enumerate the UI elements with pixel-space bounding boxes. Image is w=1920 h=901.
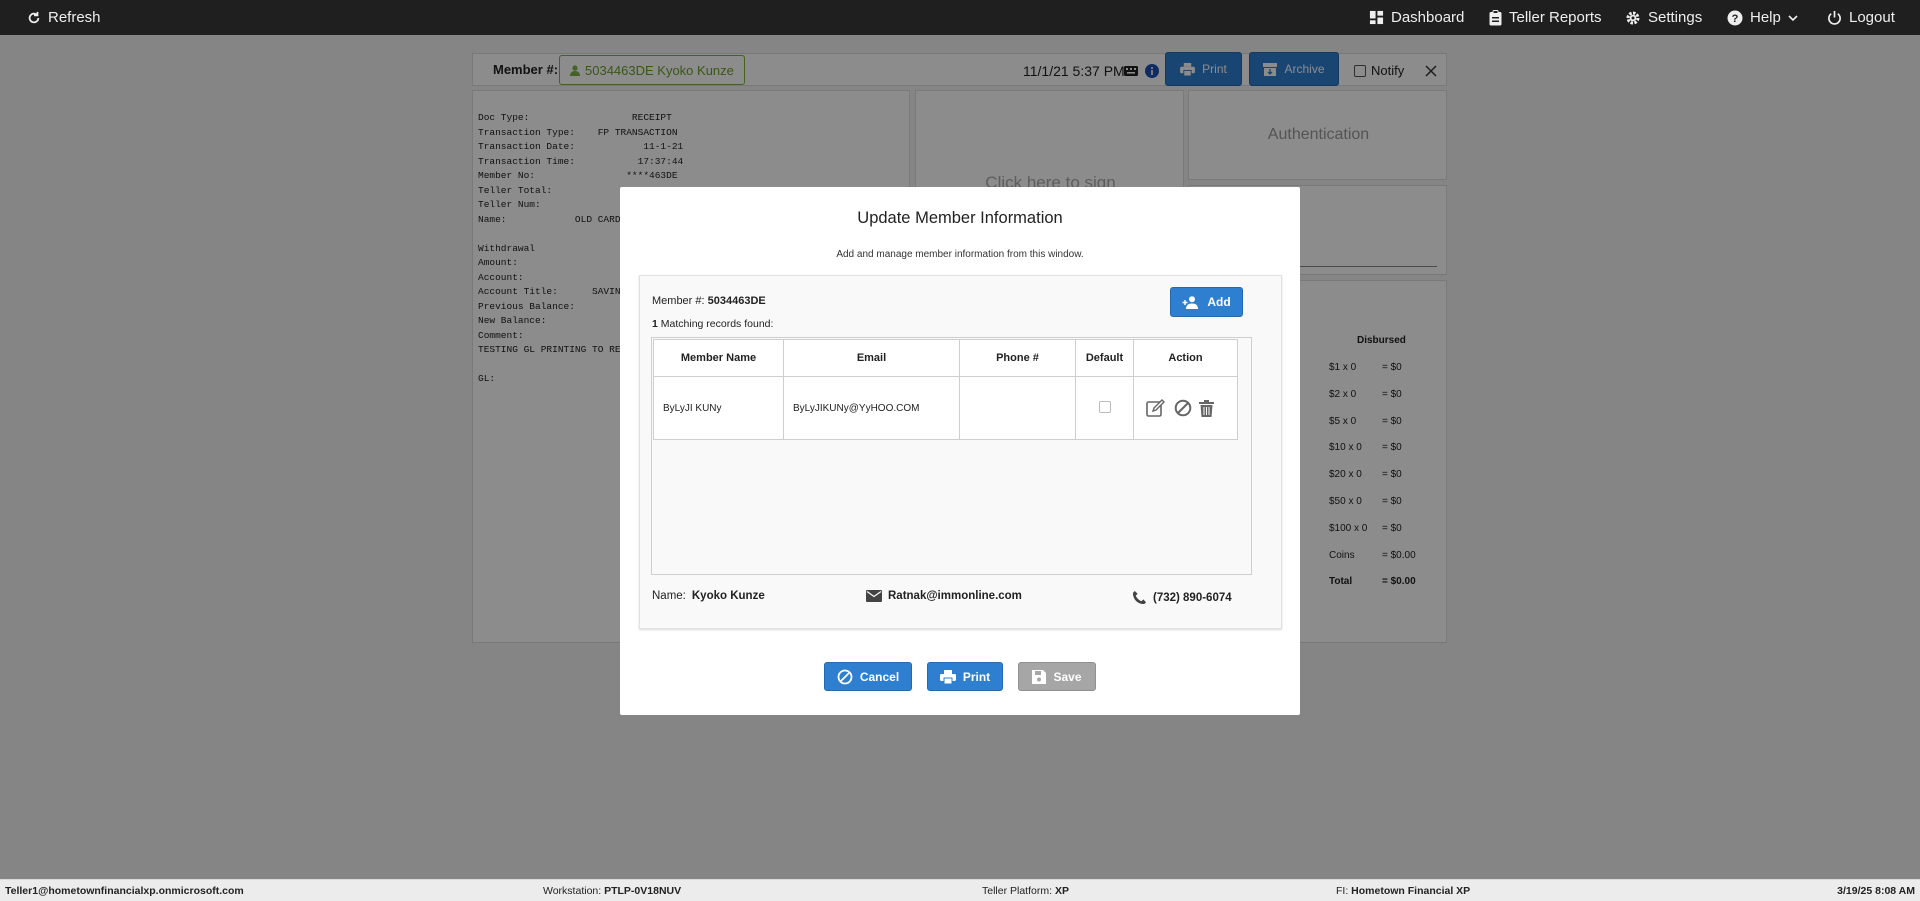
add-member-button[interactable]: Add	[1170, 287, 1243, 317]
platform-value: XP	[1054, 885, 1069, 897]
top-navbar: Refresh Dashboard Teller Reports Setting…	[0, 0, 1920, 35]
match-text: Matching records found:	[660, 318, 774, 330]
workstation-label: Workstation:	[543, 885, 602, 897]
cell-actions	[1133, 376, 1238, 440]
modal-title: Update Member Information	[857, 209, 1063, 227]
cell-phone	[959, 376, 1076, 440]
platform-label: Teller Platform:	[982, 885, 1053, 897]
cancel-label: Cancel	[859, 669, 900, 684]
cell-default	[1075, 376, 1134, 440]
floppy-disk-icon	[1032, 669, 1047, 684]
match-summary: 1 Matching records found:	[652, 318, 773, 330]
name-value: Kyoko Kunze	[691, 590, 765, 602]
nav-teller-reports-label: Teller Reports	[1509, 9, 1602, 26]
modal-print-button[interactable]: Print	[927, 662, 1003, 691]
nav-dashboard[interactable]: Dashboard	[1369, 0, 1464, 35]
phone-value: (732) 890-6074	[1153, 591, 1232, 604]
col-action: Action	[1133, 339, 1238, 377]
match-count: 1	[652, 318, 658, 330]
col-member-name: Member Name	[653, 339, 784, 377]
member-phone-info: (732) 890-6074	[1132, 590, 1232, 605]
status-platform: Teller Platform: XP	[982, 885, 1069, 897]
add-user-icon	[1182, 295, 1199, 309]
member-records-table: Member Name Email Phone # Default Action…	[653, 339, 1238, 440]
nav-dashboard-label: Dashboard	[1391, 9, 1465, 26]
edit-icon[interactable]	[1146, 398, 1167, 418]
col-default: Default	[1075, 339, 1134, 377]
email-value: Ratnak@immonline.com	[888, 590, 1022, 602]
question-circle-icon: ?	[1727, 10, 1743, 25]
nav-logout[interactable]: Logout	[1827, 0, 1895, 35]
status-user: Teller1@hometownfinancialxp.onmicrosoft.…	[5, 885, 244, 897]
status-bar: Teller1@hometownfinancialxp.onmicrosoft.…	[0, 879, 1920, 901]
table-header-row: Member Name Email Phone # Default Action	[653, 339, 1238, 377]
fi-value: Hometown Financial XP	[1351, 885, 1471, 897]
status-datetime: 3/19/25 8:08 AM	[1837, 885, 1915, 897]
clipboard-icon	[1489, 9, 1502, 25]
modal-member-label: Member #:	[652, 295, 705, 307]
save-label: Save	[1053, 669, 1082, 684]
modal-print-label: Print	[962, 669, 991, 684]
refresh-button[interactable]: Refresh	[27, 0, 101, 35]
save-button[interactable]: Save	[1018, 662, 1096, 691]
status-fi: FI: Hometown Financial XP	[1336, 885, 1470, 897]
cancel-button[interactable]: Cancel	[824, 662, 912, 691]
nav-logout-label: Logout	[1849, 9, 1895, 26]
fi-label: FI:	[1336, 885, 1349, 897]
nav-teller-reports[interactable]: Teller Reports	[1489, 0, 1602, 35]
member-email-info: Ratnak@immonline.com	[866, 590, 1022, 602]
add-member-label: Add	[1207, 295, 1231, 309]
phone-icon	[1132, 590, 1147, 605]
table-row: ByLyJI KUNy ByLyJIKUNy@YyHOO.COM	[653, 376, 1238, 440]
status-workstation: Workstation: PTLP-0V18NUV	[543, 885, 681, 897]
update-member-modal: Update Member Information Add and manage…	[620, 187, 1300, 715]
default-checkbox[interactable]	[1098, 400, 1111, 413]
power-icon	[1828, 10, 1841, 25]
trash-icon[interactable]	[1198, 399, 1214, 417]
nav-help[interactable]: ? Help	[1727, 0, 1798, 35]
col-phone: Phone #	[959, 339, 1076, 377]
col-email: Email	[783, 339, 960, 377]
envelope-icon	[866, 590, 882, 602]
nav-settings-label: Settings	[1648, 9, 1703, 26]
modal-member-number: Member #: 5034463DE	[652, 295, 766, 307]
nav-help-label: Help	[1750, 9, 1781, 26]
refresh-label: Refresh	[48, 9, 101, 26]
workstation-value: PTLP-0V18NUV	[604, 885, 682, 897]
svg-text:?: ?	[1732, 13, 1739, 25]
name-label: Name:	[652, 590, 686, 602]
modal-member-value: 5034463DE	[707, 295, 766, 307]
member-records-table-wrap: Member Name Email Phone # Default Action…	[651, 337, 1252, 575]
member-name-info: Name: Kyoko Kunze	[652, 590, 765, 602]
dashboard-icon	[1369, 10, 1384, 25]
chevron-down-icon	[1788, 14, 1798, 21]
cell-email: ByLyJIKUNy@YyHOO.COM	[783, 376, 960, 440]
nav-settings[interactable]: Settings	[1625, 0, 1702, 35]
member-records-panel: Member #: 5034463DE 1 Matching records f…	[639, 275, 1282, 629]
refresh-icon	[28, 11, 40, 23]
ban-icon	[837, 669, 853, 684]
printer-icon	[939, 669, 956, 684]
modal-subtitle: Add and manage member information from t…	[836, 249, 1084, 260]
ban-icon[interactable]	[1174, 399, 1192, 417]
gear-icon	[1626, 11, 1640, 24]
cell-member-name: ByLyJI KUNy	[653, 376, 784, 440]
